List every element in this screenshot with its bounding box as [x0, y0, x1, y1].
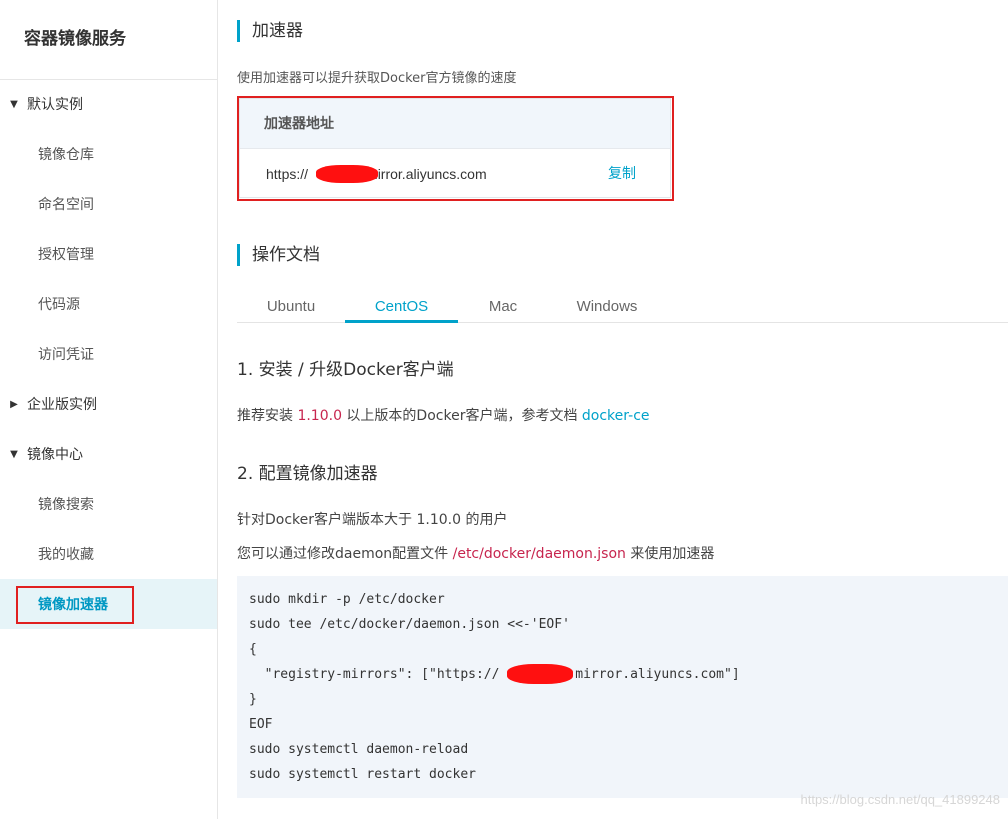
step1-text-after: 以上版本的Docker客户端，参考文档	[341, 408, 582, 424]
watermark: https://blog.csdn.net/qq_41899248	[800, 792, 1001, 807]
code-line: EOF	[249, 717, 273, 732]
step1-text-before: 推荐安装	[237, 408, 298, 424]
code-line: {	[249, 642, 257, 657]
docker-ce-link[interactable]: docker-ce	[582, 408, 650, 424]
sidebar-item-image-repo[interactable]: 镜像仓库	[0, 129, 217, 179]
tab-mac[interactable]: Mac	[458, 290, 548, 323]
annotation-highlight-box	[237, 96, 674, 201]
sidebar-item-label: 授权管理	[38, 247, 94, 263]
sidebar-item-label: 代码源	[38, 297, 80, 313]
redaction-mark	[507, 664, 573, 684]
sidebar: 容器镜像服务 ▼ 默认实例 镜像仓库 命名空间 授权管理 代码源 访问凭证 ▶ …	[0, 0, 218, 819]
code-line-prefix: "registry-mirrors": ["https://	[249, 667, 500, 682]
os-tabs: Ubuntu CentOS Mac Windows	[237, 290, 1008, 323]
accelerator-section-title: 加速器	[237, 20, 303, 42]
code-line: }	[249, 692, 257, 707]
sidebar-item-favorites[interactable]: 我的收藏	[0, 529, 217, 579]
sidebar-item-label: 镜像搜索	[38, 497, 94, 513]
nav-group-default-instance[interactable]: ▼ 默认实例	[0, 79, 217, 129]
accelerator-description: 使用加速器可以提升获取Docker官方镜像的速度	[237, 71, 517, 86]
code-block[interactable]: sudo mkdir -p /etc/docker sudo tee /etc/…	[237, 576, 1008, 798]
annotation-highlight-box	[16, 586, 134, 624]
step1-title: 1. 安装 / 升级Docker客户端	[237, 360, 454, 380]
step2-line2-after: 来使用加速器	[625, 546, 715, 562]
sidebar-item-label: 我的收藏	[38, 547, 94, 563]
tab-windows[interactable]: Windows	[548, 290, 666, 323]
sidebar-item-label: 命名空间	[38, 197, 94, 213]
code-line: sudo tee /etc/docker/daemon.json <<-'EOF…	[249, 617, 570, 632]
caret-down-icon: ▼	[10, 98, 18, 110]
sidebar-item-label: 访问凭证	[38, 347, 94, 363]
code-line: sudo systemctl daemon-reload	[249, 742, 469, 757]
docs-section-title: 操作文档	[237, 244, 320, 266]
step1-version: 1.10.0	[297, 408, 342, 424]
sidebar-item-label: 镜像仓库	[38, 147, 94, 163]
main-content: 加速器 使用加速器可以提升获取Docker官方镜像的速度 加速器地址 https…	[218, 0, 1008, 819]
nav-group-label: 默认实例	[27, 97, 83, 113]
step1-text: 推荐安装 1.10.0 以上版本的Docker客户端，参考文档 docker-c…	[237, 405, 650, 425]
tab-ubuntu[interactable]: Ubuntu	[237, 290, 345, 323]
code-line-registry-mirrors: "registry-mirrors": ["https:// .mirror.al…	[249, 667, 740, 682]
code-line: sudo systemctl restart docker	[249, 767, 476, 782]
step2-title: 2. 配置镜像加速器	[237, 464, 378, 484]
caret-down-icon: ▼	[10, 448, 18, 460]
nav-group-enterprise-instance[interactable]: ▶ 企业版实例	[0, 379, 217, 429]
sidebar-item-auth[interactable]: 授权管理	[0, 229, 217, 279]
tab-centos[interactable]: CentOS	[345, 290, 458, 323]
sidebar-item-credentials[interactable]: 访问凭证	[0, 329, 217, 379]
step2-line1: 针对Docker客户端版本大于 1.10.0 的用户	[237, 512, 508, 528]
sidebar-item-namespace[interactable]: 命名空间	[0, 179, 217, 229]
nav-group-label: 企业版实例	[27, 397, 97, 413]
caret-right-icon: ▶	[10, 398, 18, 410]
sidebar-item-image-search[interactable]: 镜像搜索	[0, 479, 217, 529]
step2-line2-before: 您可以通过修改daemon配置文件	[237, 546, 453, 562]
nav-group-image-center[interactable]: ▼ 镜像中心	[0, 429, 217, 479]
code-line: sudo mkdir -p /etc/docker	[249, 592, 445, 607]
code-line-suffix: .mirror.aliyuncs.com"]	[567, 667, 740, 682]
sidebar-item-code-source[interactable]: 代码源	[0, 279, 217, 329]
nav-group-label: 镜像中心	[27, 447, 83, 463]
step2-line2: 您可以通过修改daemon配置文件 /etc/docker/daemon.jso…	[237, 543, 714, 563]
daemon-json-path: /etc/docker/daemon.json	[452, 546, 626, 562]
sidebar-title: 容器镜像服务	[24, 29, 126, 49]
